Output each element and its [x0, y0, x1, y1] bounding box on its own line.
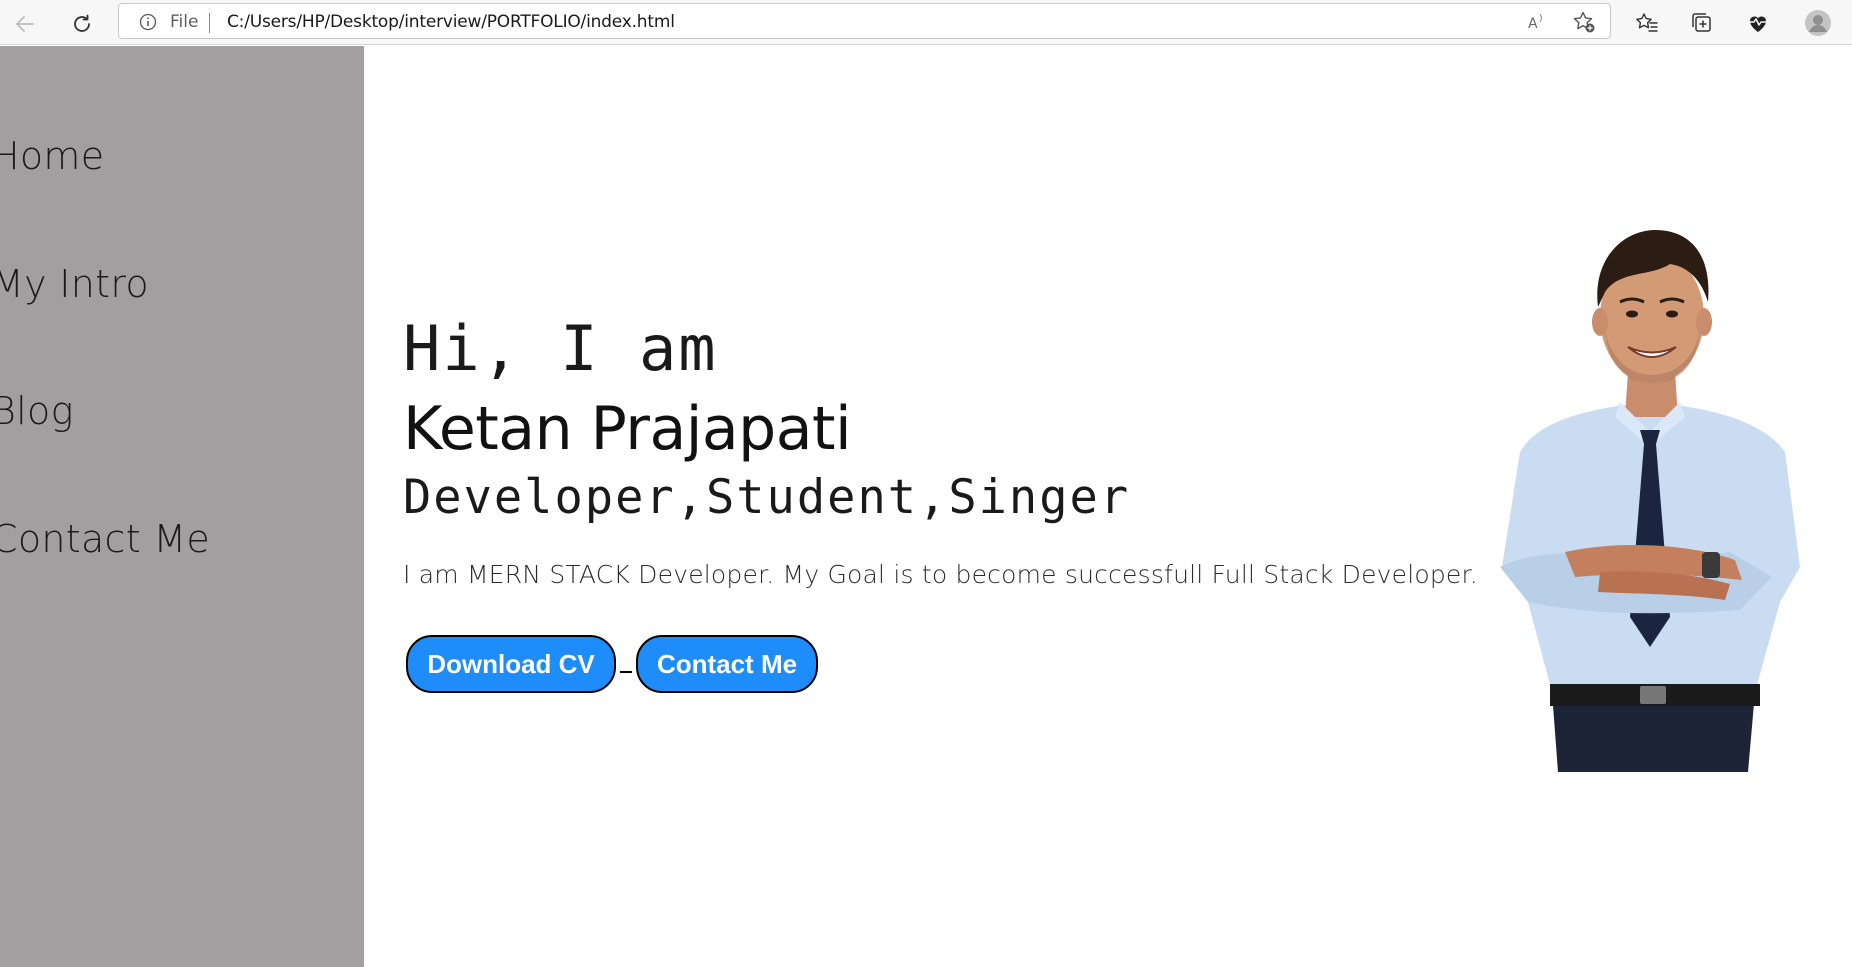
back-arrow-icon — [16, 16, 34, 32]
hero-description: I am MERN STACK Developer. My Goal is to… — [403, 560, 1478, 589]
sidebar-item-home[interactable]: Home — [0, 134, 104, 178]
address-separator — [209, 13, 210, 33]
add-favorite-button[interactable] — [1572, 10, 1596, 34]
profile-photo — [1500, 230, 1800, 772]
sidebar-item-contact-me[interactable]: Contact Me — [0, 517, 210, 561]
url-text[interactable]: C:/Users/HP/Desktop/interview/PORTFOLIO/… — [227, 12, 675, 32]
browser-essentials-icon — [1749, 16, 1767, 32]
browser-essentials-button[interactable] — [1741, 6, 1775, 40]
browser-toolbar: File C:/Users/HP/Desktop/interview/PORTF… — [0, 0, 1852, 45]
sidebar-item-blog[interactable]: Blog — [0, 389, 74, 433]
read-aloud-button[interactable]: A ) — [1526, 10, 1550, 34]
collections-button[interactable] — [1685, 6, 1719, 40]
add-favorite-icon — [1573, 11, 1595, 33]
contact-me-button[interactable]: Contact Me — [636, 635, 818, 693]
svg-text:): ) — [1539, 14, 1543, 24]
refresh-button[interactable] — [64, 6, 100, 42]
favorites-icon — [1636, 13, 1658, 32]
hero-roles: Developer,Student,Singer — [403, 470, 1131, 525]
info-icon[interactable] — [139, 13, 157, 31]
sidebar-nav: Home My Intro Blog Contact Me — [0, 46, 364, 967]
address-bar[interactable]: File C:/Users/HP/Desktop/interview/PORTF… — [118, 3, 1611, 39]
back-button[interactable] — [7, 6, 43, 42]
read-aloud-icon: A ) — [1528, 14, 1543, 32]
collections-icon — [1692, 13, 1711, 32]
protocol-label: File — [170, 12, 199, 32]
download-cv-button[interactable]: Download CV — [406, 635, 616, 693]
svg-text:A: A — [1528, 16, 1538, 32]
hero-name: Ketan Prajapati — [403, 394, 852, 464]
sidebar-item-my-intro[interactable]: My Intro — [0, 262, 149, 306]
favorites-button[interactable] — [1630, 6, 1664, 40]
profile-icon — [1805, 10, 1831, 36]
profile-button[interactable] — [1801, 6, 1835, 40]
refresh-icon — [74, 14, 90, 32]
hero-greeting: Hi, I am — [403, 312, 718, 385]
button-separator — [620, 671, 632, 673]
